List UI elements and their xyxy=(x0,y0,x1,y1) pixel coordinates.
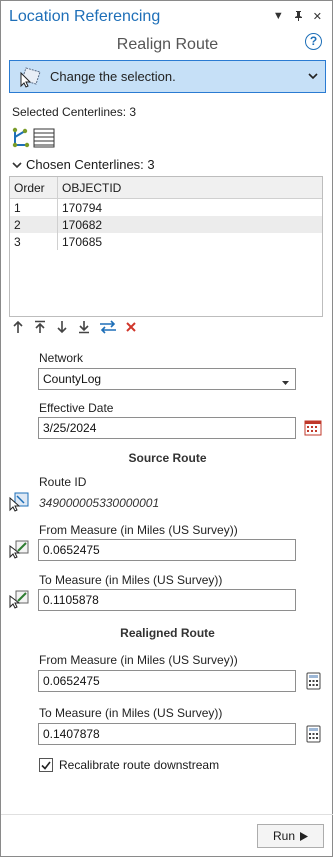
realigned-to-measure-value: 0.1407878 xyxy=(43,727,100,741)
run-button[interactable]: Run xyxy=(257,824,324,848)
table-row[interactable]: 1 170794 xyxy=(10,199,322,216)
realigned-from-measure-value: 0.0652475 xyxy=(43,674,100,688)
move-up-icon[interactable] xyxy=(11,320,25,334)
remove-icon[interactable] xyxy=(125,321,137,333)
cell-objectid: 170682 xyxy=(62,217,103,232)
footer-divider xyxy=(1,814,333,815)
source-route-heading: Source Route xyxy=(128,451,207,465)
chevron-down-icon xyxy=(307,70,319,85)
step-dropdown[interactable]: Change the selection. xyxy=(9,60,326,93)
column-header-objectid[interactable]: OBJECTID xyxy=(58,177,322,198)
realigned-to-measure-input[interactable]: 0.1407878 xyxy=(38,723,296,745)
route-id-label: Route ID xyxy=(39,475,87,489)
pick-from-map-icon[interactable] xyxy=(9,589,29,612)
pane: Location Referencing ▼ ✕ Realign Route ?… xyxy=(0,0,333,857)
source-to-measure-value: 0.1105878 xyxy=(43,593,99,607)
effective-date-label: Effective Date xyxy=(39,401,114,415)
chosen-centerlines-toggle[interactable]: Chosen Centerlines: 3 xyxy=(12,157,155,172)
network-label: Network xyxy=(39,351,84,365)
tool-name: Realign Route xyxy=(116,36,219,53)
attribute-table-icon[interactable] xyxy=(33,128,55,151)
cell-order: 3 xyxy=(10,233,58,250)
source-from-measure-label: From Measure (in Miles (US Survey)) xyxy=(39,523,238,537)
realigned-to-measure-label: To Measure (in Miles (US Survey)) xyxy=(39,706,223,720)
realigned-route-heading: Realigned Route xyxy=(120,626,215,640)
source-from-measure-value: 0.0652475 xyxy=(43,543,100,557)
dropdown-arrow-icon xyxy=(282,375,289,389)
cell-order: 2 xyxy=(10,216,58,233)
checkmark-icon xyxy=(41,761,51,770)
close-icon[interactable]: ✕ xyxy=(313,10,322,24)
step-label: Change the selection. xyxy=(50,69,176,84)
effective-date-value: 3/25/2024 xyxy=(43,421,97,435)
cell-objectid: 170794 xyxy=(62,200,103,215)
help-icon[interactable]: ? xyxy=(305,33,322,50)
pane-title: Location Referencing xyxy=(9,8,161,25)
table-header: Order OBJECTID xyxy=(10,177,322,199)
calculator-icon[interactable] xyxy=(306,725,321,746)
chosen-centerlines-label: Chosen Centerlines: 3 xyxy=(26,157,155,172)
calendar-icon[interactable] xyxy=(304,419,322,439)
order-toolbar xyxy=(11,320,137,334)
move-down-icon[interactable] xyxy=(55,320,69,334)
chevron-down-icon xyxy=(12,161,22,168)
network-value: CountyLog xyxy=(43,372,102,386)
select-centerline-tool-icon[interactable] xyxy=(11,127,31,152)
source-to-measure-label: To Measure (in Miles (US Survey)) xyxy=(39,573,223,587)
chosen-centerlines-table: Order OBJECTID 1 170794 2 170682 3 17068… xyxy=(9,176,323,317)
play-icon xyxy=(300,831,308,841)
table-row[interactable]: 3 170685 xyxy=(10,233,322,250)
selected-centerlines-label: Selected Centerlines: 3 xyxy=(12,105,137,119)
table-row[interactable]: 2 170682 xyxy=(10,216,322,233)
realigned-from-measure-label: From Measure (in Miles (US Survey)) xyxy=(39,653,238,667)
realigned-from-measure-input[interactable]: 0.0652475 xyxy=(38,670,296,692)
reverse-order-icon[interactable] xyxy=(99,320,117,334)
run-label: Run xyxy=(272,829,295,843)
recalibrate-checkbox-row[interactable]: Recalibrate route downstream xyxy=(39,758,219,772)
options-menu-icon[interactable]: ▼ xyxy=(273,10,284,24)
source-from-measure-input[interactable]: 0.0652475 xyxy=(38,539,296,561)
select-cursor-icon xyxy=(18,66,42,88)
column-header-order[interactable]: Order xyxy=(10,177,58,198)
recalibrate-label: Recalibrate route downstream xyxy=(59,758,220,772)
route-id-value: 349000005330000001 xyxy=(39,496,160,510)
move-to-top-icon[interactable] xyxy=(33,320,47,334)
network-dropdown[interactable]: CountyLog xyxy=(38,368,296,390)
window-controls: ▼ ✕ xyxy=(273,10,322,24)
pick-from-map-icon[interactable] xyxy=(9,539,29,562)
move-to-bottom-icon[interactable] xyxy=(77,320,91,334)
cell-objectid: 170685 xyxy=(62,234,103,249)
pin-icon[interactable] xyxy=(294,10,303,24)
calculator-icon[interactable] xyxy=(306,672,321,693)
source-to-measure-input[interactable]: 0.1105878 xyxy=(38,589,296,611)
recalibrate-checkbox[interactable] xyxy=(39,758,53,772)
cell-order: 1 xyxy=(10,199,58,216)
route-selection-icon[interactable] xyxy=(9,492,29,515)
effective-date-field[interactable]: 3/25/2024 xyxy=(38,417,296,439)
